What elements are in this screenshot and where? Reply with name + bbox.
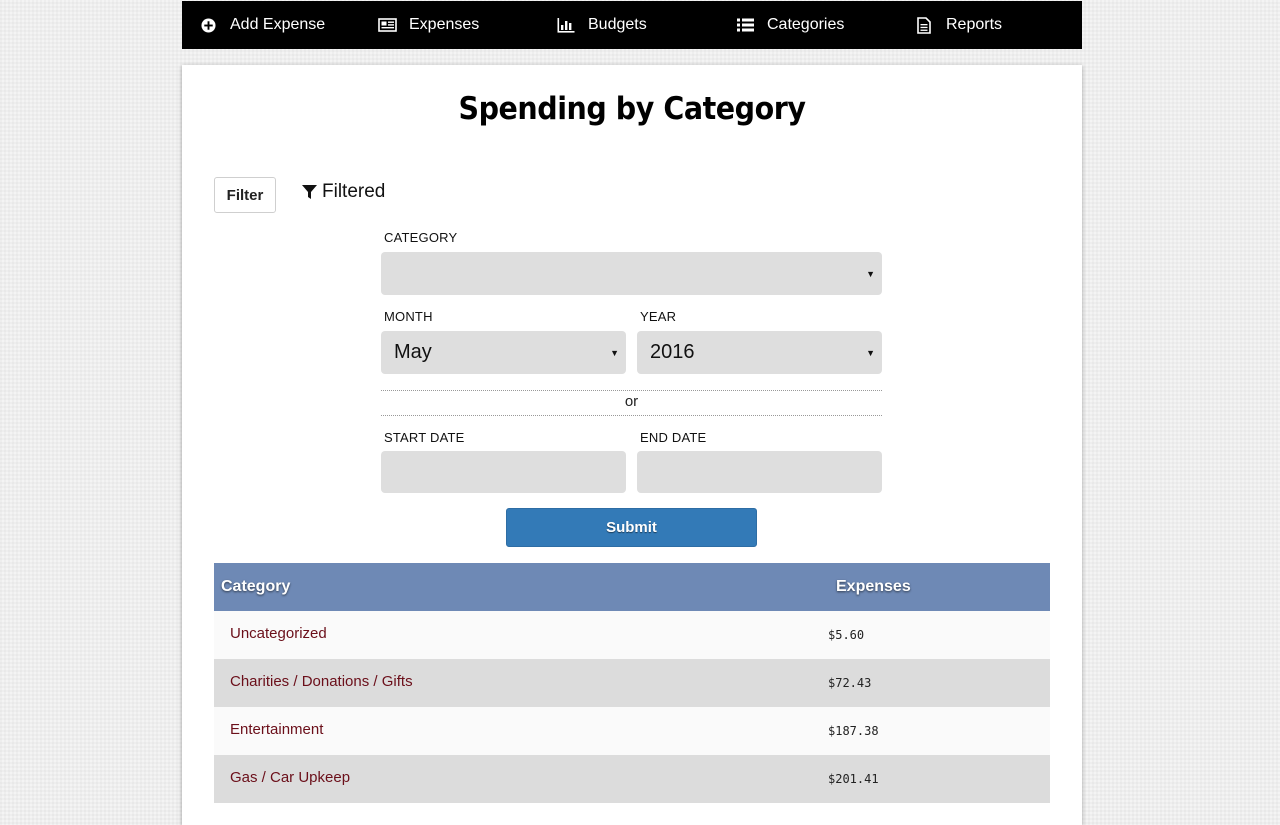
expense-amount: $187.38 (828, 724, 879, 738)
table-row: Gas / Car Upkeep $201.41 (214, 755, 1050, 803)
nav-reports[interactable]: Reports (914, 1, 1002, 49)
table-row: Uncategorized $5.60 (214, 611, 1050, 659)
expense-amount: $72.43 (828, 676, 872, 690)
filter-button[interactable]: Filter (214, 177, 276, 213)
column-header-category: Category (221, 578, 291, 595)
start-date-label: START DATE (384, 430, 465, 445)
category-link[interactable]: Charities / Donations / Gifts (230, 673, 413, 690)
top-navbar: Add Expense Expenses Budgets Categories … (182, 1, 1082, 49)
nav-expenses[interactable]: Expenses (377, 1, 479, 49)
end-date-label: END DATE (640, 430, 707, 445)
nav-label: Categories (767, 16, 845, 33)
bar-chart-icon (556, 15, 576, 35)
start-date-input[interactable] (381, 451, 626, 493)
table-row: Entertainment $187.38 (214, 707, 1050, 755)
filter-status-label: Filtered (322, 181, 386, 202)
year-select[interactable]: 2016 ▼ (637, 331, 882, 374)
submit-button[interactable]: Submit (506, 508, 757, 547)
newspaper-icon (377, 15, 397, 35)
category-select[interactable]: ▼ (381, 252, 882, 295)
nav-budgets[interactable]: Budgets (556, 1, 647, 49)
spending-table: Category Expenses Uncategorized $5.60 Ch… (214, 563, 1050, 803)
nav-label: Add Expense (230, 16, 326, 33)
category-link[interactable]: Entertainment (230, 721, 323, 738)
filter-icon (302, 184, 317, 199)
nav-categories[interactable]: Categories (735, 1, 844, 49)
month-select[interactable]: May ▼ (381, 331, 626, 374)
list-icon (735, 15, 755, 35)
month-label: MONTH (384, 309, 433, 324)
year-value: 2016 (650, 341, 695, 363)
divider (381, 390, 882, 391)
filter-status: Filtered (302, 181, 385, 203)
table-header: Category Expenses (214, 563, 1050, 611)
year-label: YEAR (640, 309, 677, 324)
chevron-down-icon: ▼ (866, 347, 875, 358)
chevron-down-icon: ▼ (610, 347, 619, 358)
page-title: Spending by Category (458, 91, 806, 127)
plus-circle-icon (198, 15, 218, 35)
chevron-down-icon: ▼ (866, 268, 875, 279)
nav-label: Budgets (588, 16, 647, 33)
end-date-input[interactable] (637, 451, 882, 493)
or-separator: or (624, 393, 639, 410)
category-link[interactable]: Gas / Car Upkeep (230, 769, 350, 786)
table-row: Charities / Donations / Gifts $72.43 (214, 659, 1050, 707)
column-header-expenses: Expenses (836, 578, 911, 595)
category-label: CATEGORY (384, 230, 458, 245)
category-link[interactable]: Uncategorized (230, 625, 327, 642)
nav-label: Reports (946, 16, 1003, 33)
divider (381, 415, 882, 416)
file-text-icon (914, 15, 934, 35)
nav-add-expense[interactable]: Add Expense (198, 1, 325, 49)
expense-amount: $201.41 (828, 772, 879, 786)
expense-amount: $5.60 (828, 628, 865, 642)
main-card: Spending by Category Filter Filtered CAT… (182, 65, 1082, 825)
nav-label: Expenses (409, 16, 480, 33)
month-value: May (394, 341, 432, 363)
